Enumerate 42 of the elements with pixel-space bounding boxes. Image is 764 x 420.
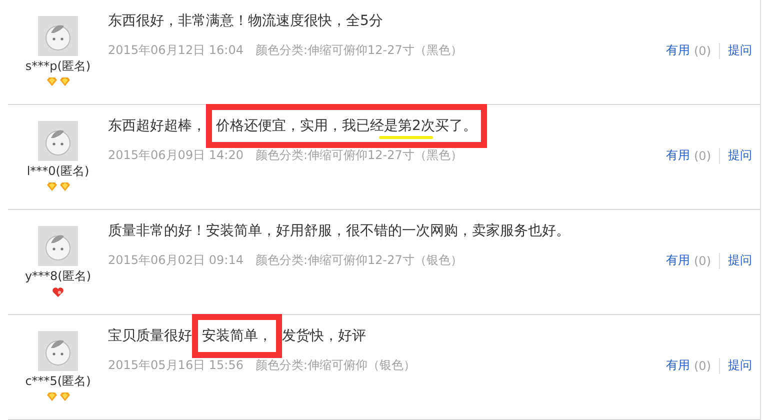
user-name[interactable]: y***8(匿名) [24, 268, 92, 284]
review-date: 2015年06月09日 14:20 [108, 147, 244, 164]
product-spec: 颜色分类:伸缩可俯仰12-27寸（黑色） [255, 147, 462, 164]
review-text: 宝贝质量很好 [108, 327, 192, 346]
diamond-icon [46, 77, 58, 87]
user-name[interactable]: s***p(匿名) [25, 58, 91, 74]
review-text: 东西超好超棒， [108, 117, 206, 136]
avatar-icon [38, 121, 78, 161]
diamond-icon [58, 392, 70, 402]
useful-link[interactable]: 有用 [666, 147, 690, 164]
review-text: 东西很好，非常满意！物流速度很快，全5分 [108, 12, 383, 31]
product-spec: 颜色分类:伸缩可俯仰（银色） [255, 357, 416, 374]
avatar-icon [38, 16, 78, 56]
useful-link[interactable]: 有用 [666, 42, 690, 59]
useful-link[interactable]: 有用 [666, 252, 690, 269]
useful-count: (0) [694, 358, 711, 372]
ask-link[interactable]: 提问 [728, 42, 752, 59]
review-date: 2015年06月02日 09:14 [108, 252, 244, 269]
user-name[interactable]: l***0(匿名) [26, 163, 90, 179]
ask-link[interactable]: 提问 [728, 147, 752, 164]
review-text: 价格还便宜，实用，我已经是第2次买了。 [216, 118, 477, 134]
useful-count: (0) [694, 254, 711, 268]
ask-link[interactable]: 提问 [728, 252, 752, 269]
review-text: 安装简单， [202, 328, 272, 344]
review-text: 质量非常的好！安装简单，好用舒服，很不错的一次网购，卖家服务也好。 [108, 222, 570, 241]
diamond-icon [58, 77, 70, 87]
diamond-icon [46, 392, 58, 402]
useful-link[interactable]: 有用 [666, 357, 690, 374]
review-text: 发货快，好评 [282, 327, 366, 346]
useful-count: (0) [694, 148, 711, 162]
review-date: 2015年06月12日 16:04 [108, 42, 244, 59]
avatar-icon [38, 331, 78, 371]
product-spec: 颜色分类:伸缩可俯仰12-27寸（银色） [255, 252, 462, 269]
useful-count: (0) [694, 44, 711, 58]
heart-icon [52, 287, 64, 297]
avatar-icon [38, 226, 78, 266]
diamond-icon [58, 182, 70, 192]
product-spec: 颜色分类:伸缩可俯仰12-27寸（黑色） [255, 42, 462, 59]
diamond-icon [46, 182, 58, 192]
review-date: 2015年05月16日 15:56 [108, 357, 244, 374]
user-name[interactable]: c***5(匿名) [25, 373, 91, 389]
ask-link[interactable]: 提问 [728, 357, 752, 374]
